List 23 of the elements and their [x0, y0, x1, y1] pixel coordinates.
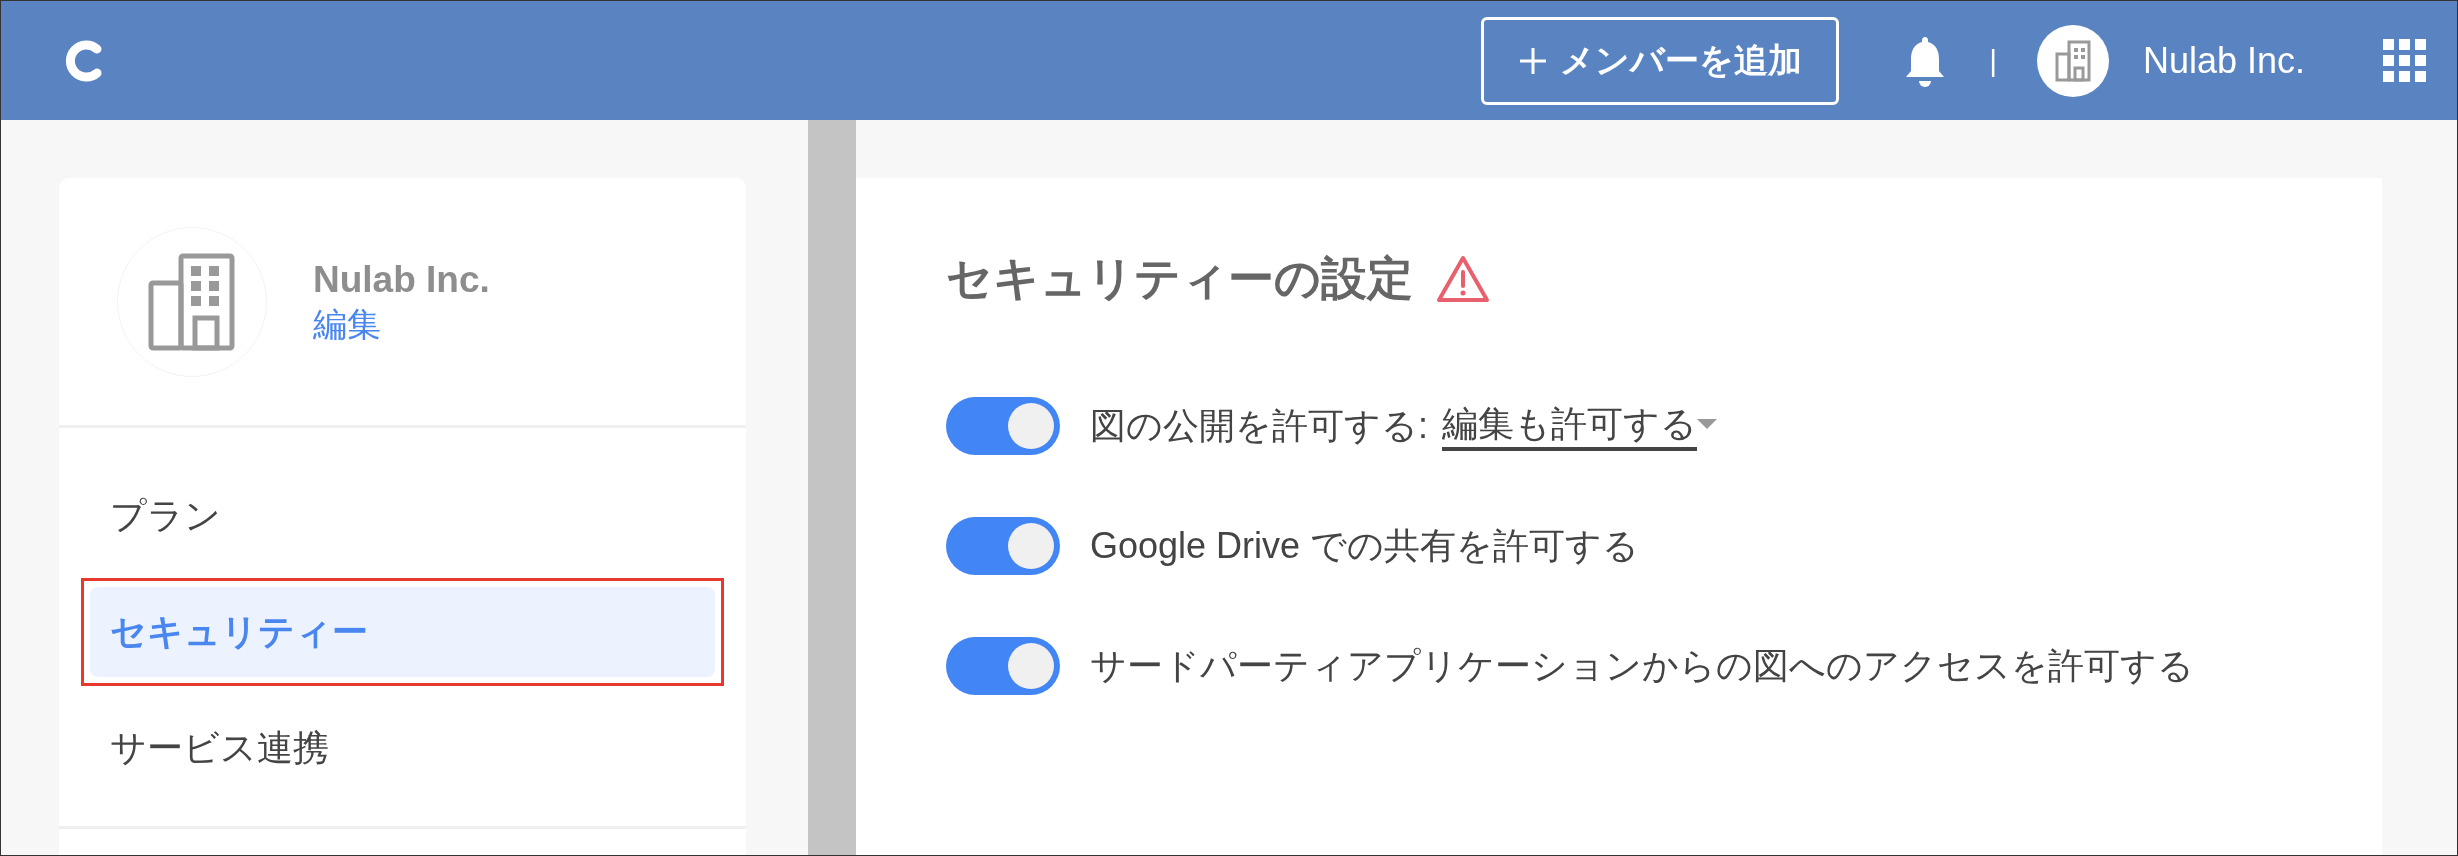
toggle-switch[interactable]: [946, 637, 1060, 695]
plus-icon: [1518, 45, 1549, 76]
organization-name[interactable]: Nulab Inc.: [2143, 33, 2339, 88]
warning-icon: [1435, 253, 1491, 304]
building-icon: [147, 252, 237, 351]
setting-label: 図の公開を許可する:: [1090, 403, 1428, 448]
setting-label: Google Drive での共有を許可する: [1090, 523, 1640, 568]
toggle-switch[interactable]: [946, 397, 1060, 455]
edit-link[interactable]: 編集: [313, 303, 490, 346]
logo-icon[interactable]: [63, 38, 103, 83]
caret-icon: [1697, 419, 1717, 430]
organization-name: Nulab Inc.: [313, 258, 490, 303]
dropdown-field[interactable]: 編集も許可する: [1442, 400, 1697, 452]
sidebar-item[interactable]: プラン: [90, 471, 715, 561]
setting-label: サードパーティアプリケーションからの図へのアクセスを許可する: [1090, 643, 2194, 688]
apps-grid-icon[interactable]: [2383, 38, 2427, 83]
add-member-button[interactable]: メンバーを追加: [1481, 16, 1840, 105]
page-title: セキュリティーの設定: [946, 251, 1413, 306]
separator: |: [1989, 43, 1997, 79]
sidebar-item[interactable]: セキュリティー: [90, 587, 715, 677]
building-icon: [2053, 38, 2093, 83]
toggle-switch[interactable]: [946, 517, 1060, 575]
sidebar-item[interactable]: サービス連携: [90, 703, 715, 793]
